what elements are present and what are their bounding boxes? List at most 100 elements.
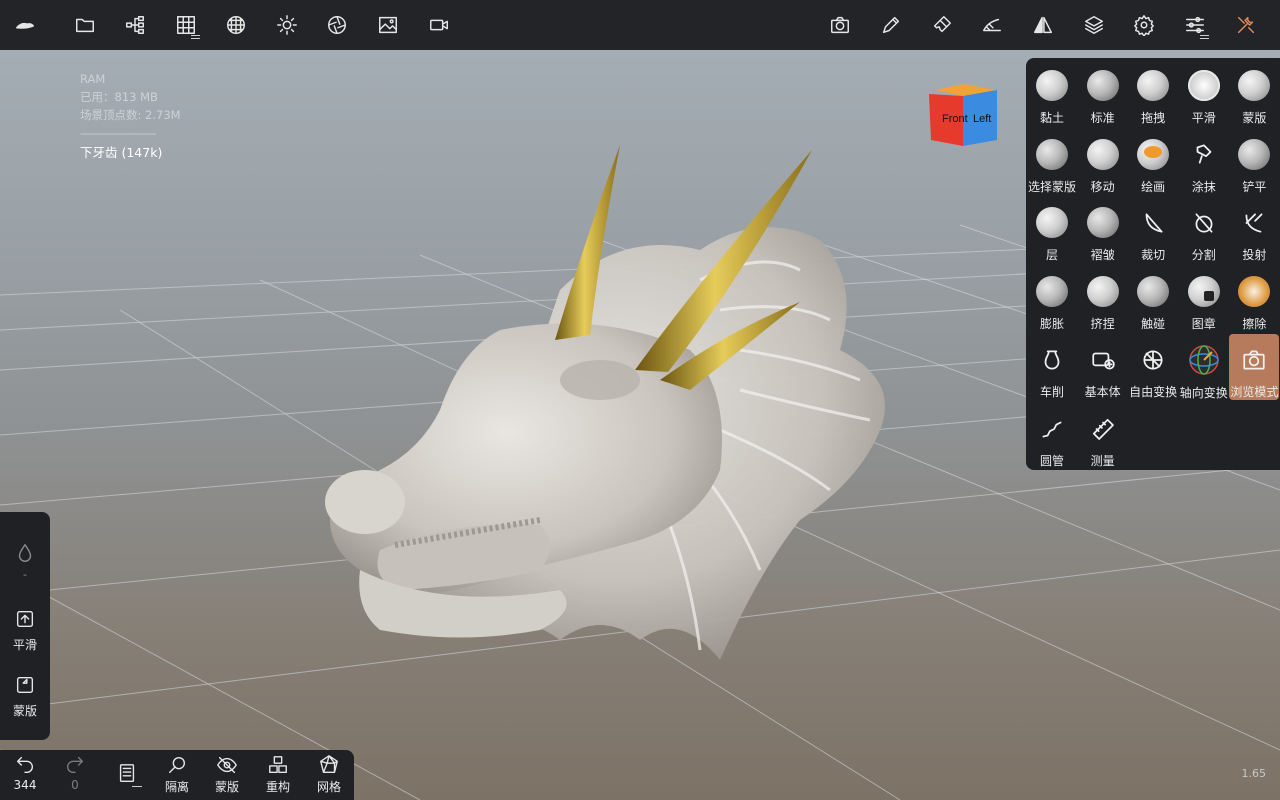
stamp-icon <box>1187 275 1220 307</box>
undo-icon <box>16 756 33 774</box>
tool-pinch[interactable]: 挤捏 <box>1078 266 1128 332</box>
sphere-icon[interactable] <box>216 5 256 45</box>
tool-label: 触碰 <box>1141 316 1166 331</box>
view-cube[interactable]: Front Left <box>927 84 999 146</box>
stroke-intensity[interactable]: - <box>0 542 50 581</box>
tool-label: 自由变换 <box>1129 385 1178 400</box>
undo-button[interactable]: 344 <box>0 754 50 792</box>
tool-layer[interactable]: 层 <box>1027 197 1077 263</box>
tool-tube[interactable]: 圆管 <box>1027 403 1077 469</box>
tool-label: 移动 <box>1090 179 1115 194</box>
tool-label: 褶皱 <box>1090 248 1115 263</box>
tool-project[interactable]: 投射 <box>1229 197 1279 263</box>
grid-icon[interactable] <box>166 5 206 45</box>
tool-crease[interactable]: 褶皱 <box>1078 197 1128 263</box>
move-icon <box>1086 138 1119 170</box>
tool-label: 铲平 <box>1242 179 1267 194</box>
intensity-value: - <box>23 568 27 581</box>
tool-mask[interactable]: 蒙版 <box>1229 60 1279 126</box>
tool-label: 涂抹 <box>1191 179 1216 194</box>
sun-icon[interactable] <box>267 5 307 45</box>
redo-button[interactable]: 0 <box>50 754 100 792</box>
isolate-button[interactable]: 隔离 <box>152 754 202 795</box>
material-button[interactable] <box>102 762 152 787</box>
settings-icon[interactable] <box>1124 5 1164 45</box>
layers-icon[interactable] <box>1074 5 1114 45</box>
tool-label: 黏土 <box>1039 111 1064 125</box>
cube-front-label: Front <box>942 113 968 125</box>
tool-standard[interactable]: 标准 <box>1078 60 1128 126</box>
tool-smooth[interactable]: 平滑 <box>1179 60 1229 126</box>
video-icon[interactable] <box>419 5 459 45</box>
tool-gizmo[interactable]: 轴向变换 <box>1179 334 1229 400</box>
tool-label: 平滑 <box>1191 111 1216 125</box>
symmetry-icon[interactable] <box>1023 5 1063 45</box>
camera-icon[interactable] <box>820 5 860 45</box>
tool-label: 裁切 <box>1141 248 1166 263</box>
drop-icon <box>18 544 32 562</box>
tool-stamp[interactable]: 图章 <box>1179 266 1229 332</box>
smooth-quick-button[interactable]: 平滑 <box>0 608 50 653</box>
selected-mesh-label[interactable]: 下牙齿 (147k) <box>80 144 181 162</box>
trim-icon <box>1137 207 1169 238</box>
mesh-button[interactable]: 网格 <box>304 754 354 795</box>
app-logo-icon[interactable] <box>5 5 45 45</box>
visibility-button[interactable]: 蒙版 <box>202 754 252 795</box>
undo-count: 344 <box>13 778 37 792</box>
brush-icon[interactable] <box>922 5 962 45</box>
tool-trim[interactable]: 裁切 <box>1128 197 1178 263</box>
tool-erase[interactable]: 擦除 <box>1229 266 1279 332</box>
mesh-label: 网格 <box>316 780 341 794</box>
smudge-icon <box>1188 139 1220 170</box>
tool-view-mode[interactable]: 浏览模式 <box>1229 334 1280 401</box>
tool-select-mask[interactable]: 选择蒙版 <box>1027 129 1077 195</box>
tool-free-transform[interactable]: 自由变换 <box>1128 334 1178 400</box>
tool-label: 拖拽 <box>1141 111 1166 125</box>
erase-icon <box>1238 275 1271 307</box>
tool-lathe[interactable]: 车削 <box>1027 334 1077 400</box>
isolate-label: 隔离 <box>164 780 189 794</box>
pencil-icon[interactable] <box>871 5 911 45</box>
stroke-icon[interactable] <box>972 5 1012 45</box>
tool-smudge[interactable]: 涂抹 <box>1179 129 1229 195</box>
tool-label: 蒙版 <box>1242 111 1267 125</box>
sliders-icon[interactable] <box>1175 5 1215 45</box>
tool-clay[interactable]: 黏土 <box>1027 60 1077 126</box>
tool-label: 标准 <box>1090 111 1115 125</box>
tools-icon[interactable] <box>1226 5 1266 45</box>
mask-quick-button[interactable]: 蒙版 <box>0 674 50 719</box>
ram-used: 已用：813 MB <box>80 90 158 104</box>
remesh-button[interactable]: 重构 <box>253 754 303 795</box>
tool-split[interactable]: 分割 <box>1179 197 1229 263</box>
smooth-icon <box>1187 70 1220 101</box>
view-mode-icon <box>1238 344 1270 375</box>
tool-inflate[interactable]: 膨胀 <box>1027 266 1077 332</box>
cube-left-label: Left <box>973 113 991 125</box>
top-toolbar <box>0 0 1280 50</box>
tool-move[interactable]: 移动 <box>1078 129 1128 195</box>
tool-label: 浏览模式 <box>1230 385 1279 400</box>
tool-flatten[interactable]: 铲平 <box>1229 129 1279 195</box>
folder-icon[interactable] <box>65 5 105 45</box>
cubes-icon <box>269 756 287 774</box>
project-icon <box>1238 207 1270 238</box>
tool-primitive[interactable]: 基本体 <box>1078 334 1128 400</box>
layer-icon <box>1036 207 1068 239</box>
mask-icon <box>1238 70 1271 101</box>
tool-label: 轴向变换 <box>1179 386 1228 401</box>
tool-drag[interactable]: 拖拽 <box>1128 60 1178 126</box>
tool-tube-touch[interactable]: 触碰 <box>1128 266 1178 332</box>
tool-label: 图章 <box>1191 316 1216 331</box>
tube-touch-icon <box>1137 275 1170 307</box>
crease-icon <box>1086 207 1119 239</box>
drag-icon <box>1137 70 1170 101</box>
sculpt-tool-panel: 黏土 标准 拖拽 平滑 蒙版选择蒙版 移动 绘画 涂抹 铲平层 褶皱 裁切 分割 投射膨胀 挤捏 触碰 图章 擦… <box>1026 58 1280 470</box>
tool-paint[interactable]: 绘画 <box>1128 129 1178 195</box>
redo-count: 0 <box>71 778 79 792</box>
split-icon <box>1188 207 1220 238</box>
zoom-readout: 1.65 <box>1241 767 1267 780</box>
scene-tree-icon[interactable] <box>115 5 155 45</box>
tool-measure[interactable]: 测量 <box>1078 403 1128 469</box>
image-icon[interactable] <box>368 5 408 45</box>
aperture-icon[interactable] <box>317 5 357 45</box>
